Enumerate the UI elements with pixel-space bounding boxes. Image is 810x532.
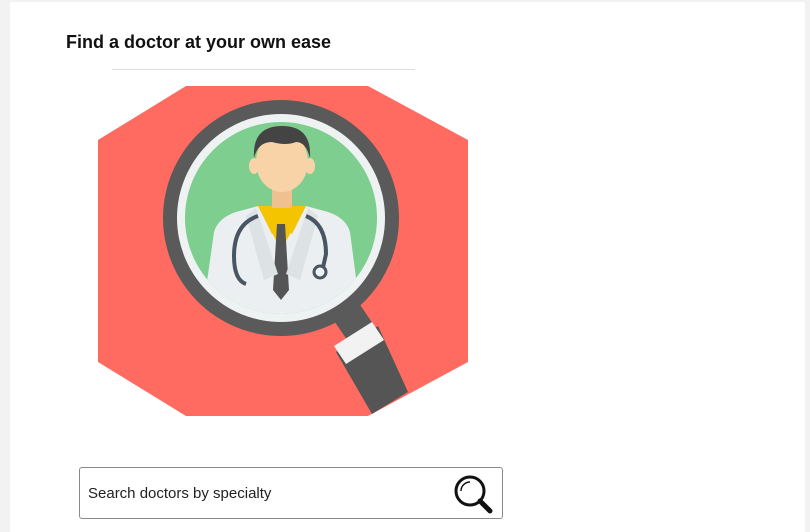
search-input[interactable] [80, 468, 440, 518]
find-doctor-card: Find a doctor at your own ease [10, 2, 805, 532]
page-title: Find a doctor at your own ease [66, 32, 332, 52]
doctor-search-illustration [98, 86, 468, 416]
title-divider [112, 69, 415, 70]
search-box [79, 467, 503, 519]
search-button[interactable] [450, 472, 496, 516]
search-icon [454, 475, 493, 514]
